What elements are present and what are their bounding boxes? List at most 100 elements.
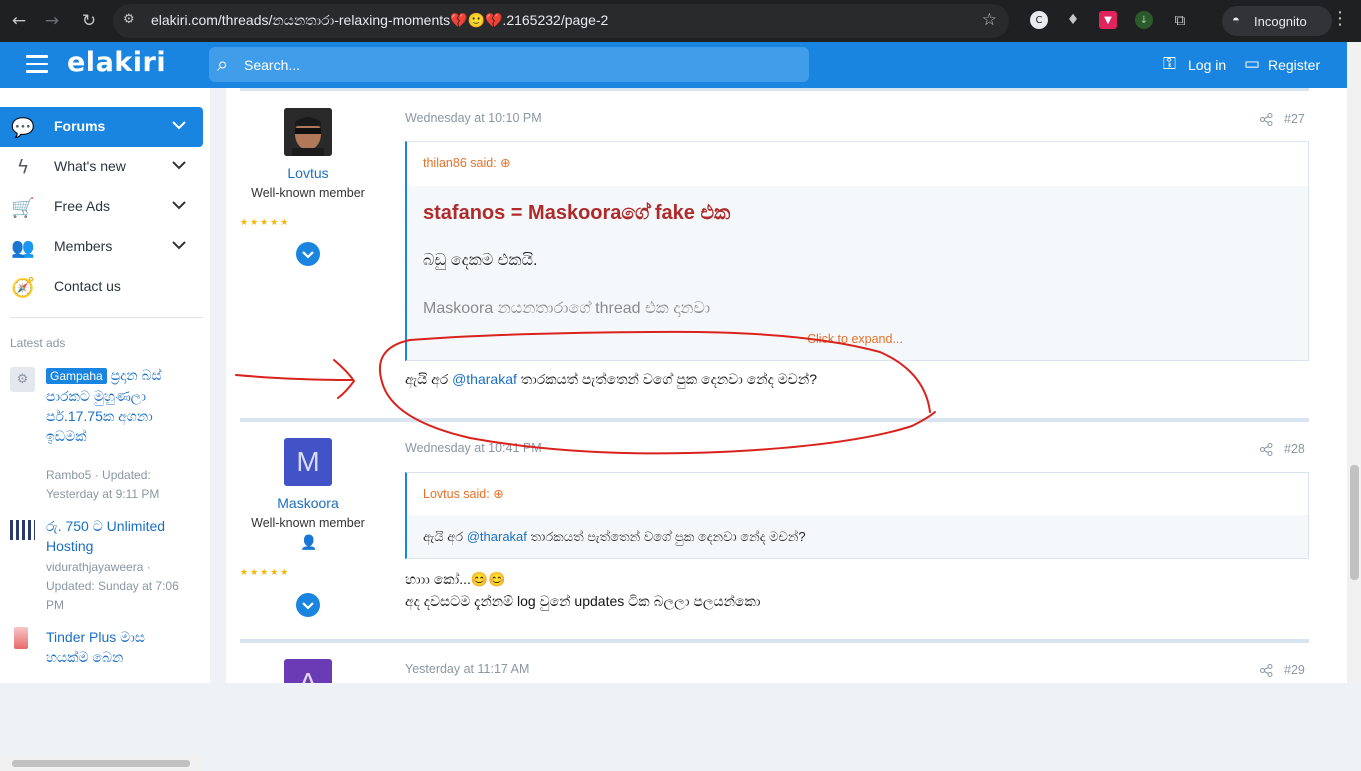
user-mention-link[interactable]: @tharakaf	[452, 371, 517, 387]
rating-stars: ★★★★★	[240, 568, 291, 578]
sidebar-item-label: Forums	[54, 118, 106, 134]
incognito-icon: ◓	[1232, 12, 1240, 27]
cart-icon: 🛒	[11, 197, 35, 219]
site-logo[interactable]: elakiri	[67, 47, 166, 78]
post-date[interactable]: Wednesday at 10:41 PM	[405, 441, 542, 455]
quote-line: බඩු දෙකම එකයි.	[423, 252, 538, 269]
user-title: Well-known member	[251, 186, 365, 200]
chevron-down-icon[interactable]	[172, 238, 186, 252]
chevron-down-icon[interactable]	[172, 118, 186, 132]
extension-pocket-icon[interactable]: ▼	[1099, 11, 1117, 29]
click-to-expand-link[interactable]: Click to expand...	[807, 332, 903, 346]
sidebar-item-label: Members	[54, 238, 113, 254]
hosting-thumbnail	[10, 520, 35, 540]
search-input-placeholder: Search...	[244, 57, 301, 73]
search-box[interactable]: ⌕ Search...	[209, 47, 809, 82]
post: A Yesterday at 11:17 AM #29	[240, 639, 1309, 683]
incognito-badge[interactable]: ◓ Incognito	[1222, 6, 1332, 36]
quote-block: Lovtus said: ⊕ ඇයි අර @tharakaf තාරකයත් …	[405, 472, 1309, 559]
avatar[interactable]	[284, 108, 332, 156]
chat-bubbles-icon: 💬	[11, 117, 35, 139]
quote-author[interactable]: Lovtus said: ⊕	[423, 486, 504, 501]
avatar[interactable]: M	[284, 438, 332, 486]
chevron-down-icon[interactable]	[172, 158, 186, 172]
login-link[interactable]: Log in	[1188, 57, 1226, 73]
browser-toolbar: ← → ↻ ⚙ elakiri.com/threads/නයනතාරා-rela…	[0, 0, 1361, 42]
sidebar-item-contact[interactable]: 🧭 Contact us	[0, 267, 203, 307]
expand-user-button[interactable]	[296, 593, 320, 617]
ad-title[interactable]: රු. 750 ට Unlimited Hosting	[46, 516, 186, 556]
ad-item[interactable]: රු. 750 ට Unlimited Hosting vidurathjaya…	[10, 516, 200, 616]
post: Lovtus Well-known member ★★★★★ Wednesday…	[240, 88, 1309, 418]
share-icon[interactable]	[1260, 443, 1273, 456]
menu-kebab-icon[interactable]: ⋮	[1331, 8, 1349, 29]
latest-ads-heading: Latest ads	[10, 336, 66, 350]
quote-line-faded: Maskoora නයනතාරාගේ thread එක දානවා	[423, 300, 711, 317]
expand-user-button[interactable]	[296, 242, 320, 266]
post-date[interactable]: Wednesday at 10:10 PM	[405, 111, 542, 125]
post: M Maskoora Well-known member 👤 ★★★★★ Wed…	[240, 418, 1309, 640]
ad-item[interactable]: Tinder Plus මාස හයක්ම බෙන	[10, 627, 200, 667]
register-link[interactable]: Register	[1268, 57, 1320, 73]
reload-icon[interactable]: ↻	[77, 9, 101, 33]
clipboard-icon[interactable]: ▭	[1244, 54, 1260, 74]
extension-c-icon[interactable]: C	[1030, 11, 1048, 29]
share-icon[interactable]	[1260, 664, 1273, 677]
thread-content: Lovtus Well-known member ★★★★★ Wednesday…	[226, 88, 1347, 683]
scrollbar-thumb[interactable]	[1350, 465, 1359, 580]
post-divider	[240, 418, 1309, 422]
quote-heading: stafanos = Maskooraගේ fake එක	[423, 202, 731, 224]
sidebar-item-label: What's new	[54, 158, 126, 174]
vertical-scrollbar[interactable]	[1347, 42, 1361, 683]
post-author[interactable]: Maskoora	[240, 495, 376, 511]
ad-location-tag: Gampaha	[46, 368, 107, 384]
post-date[interactable]: Yesterday at 11:17 AM	[405, 662, 529, 676]
quote-line: ඇයි අර @tharakaf තාරකයත් පැත්තෙන් වගේ පු…	[423, 529, 806, 545]
ad-meta: Rambo5 · Updated: Yesterday at 9:11 PM	[46, 468, 160, 501]
ad-title[interactable]: Tinder Plus මාස හයක්ම බෙන	[46, 627, 186, 667]
extension-drop-icon[interactable]: ♦	[1064, 11, 1082, 29]
back-arrow-icon[interactable]: ←	[7, 9, 31, 33]
share-icon[interactable]	[1260, 113, 1273, 126]
post-number[interactable]: #28	[1284, 442, 1305, 456]
ad-item[interactable]: ⚙ Gampaha ප්‍රදාන බස් පාරකට මුහුණලා පර්.…	[10, 367, 200, 507]
chevron-down-icon	[302, 251, 314, 259]
post-message: හාාා කෝ...😊😊 අද දවසටම දැන්නම් log වුනේ u…	[405, 568, 760, 612]
horizontal-scrollbar[interactable]	[0, 755, 203, 771]
hamburger-menu-icon[interactable]	[26, 55, 48, 73]
sidebar-item-free-ads[interactable]: 🛒 Free Ads	[0, 187, 203, 227]
tinder-thumbnail	[14, 627, 28, 649]
arrow-up-circle-icon[interactable]: ⊕	[493, 487, 503, 501]
sidebar: 💬 Forums ϟ What's new 🛒 Free Ads 👥 Membe…	[0, 88, 210, 771]
user-edit-icon: 👤	[300, 535, 318, 551]
forward-arrow-icon[interactable]: →	[40, 9, 64, 33]
site-info-icon[interactable]: ⚙	[123, 12, 135, 27]
bookmark-star-icon[interactable]: ☆	[982, 10, 997, 30]
user-mention-link[interactable]: @tharakaf	[467, 529, 527, 544]
post-author[interactable]: Lovtus	[240, 165, 376, 181]
rating-stars: ★★★★★	[240, 218, 291, 228]
post-number[interactable]: #27	[1284, 112, 1305, 126]
ad-meta: vidurathjayaweera · Updated: Sunday at 7…	[46, 560, 179, 612]
extensions-puzzle-icon[interactable]: ⧉	[1171, 11, 1189, 29]
post-number[interactable]: #29	[1284, 663, 1305, 677]
quote-header: Lovtus said: ⊕	[407, 473, 1308, 515]
post-divider	[240, 639, 1309, 643]
key-icon[interactable]: ⚿	[1163, 54, 1176, 74]
search-icon: ⌕	[217, 52, 229, 76]
sidebar-item-members[interactable]: 👥 Members	[0, 227, 203, 267]
bolt-icon: ϟ	[16, 156, 30, 178]
message-text: තාරකයත් පැත්තෙන් වගේ පුක දෙනවා නේද මචන්?	[516, 371, 818, 387]
ad-title[interactable]: Gampaha ප්‍රදාන බස් පාරකට මුහුණලා පර්.17…	[46, 365, 186, 446]
sidebar-item-whats-new[interactable]: ϟ What's new	[0, 147, 203, 187]
address-bar[interactable]: ⚙ elakiri.com/threads/නයනතාරා-relaxing-m…	[113, 4, 1009, 38]
arrow-up-circle-icon[interactable]: ⊕	[500, 156, 510, 170]
sidebar-item-forums[interactable]: 💬 Forums	[0, 107, 203, 147]
avatar[interactable]: A	[284, 659, 332, 683]
sidebar-divider	[10, 317, 203, 318]
chevron-down-icon[interactable]	[172, 198, 186, 212]
chevron-down-icon	[302, 602, 314, 610]
message-line: හාාා කෝ...😊😊	[405, 571, 506, 587]
extension-download-icon[interactable]: ↓	[1135, 11, 1153, 29]
quote-author[interactable]: thilan86 said: ⊕	[423, 155, 511, 170]
